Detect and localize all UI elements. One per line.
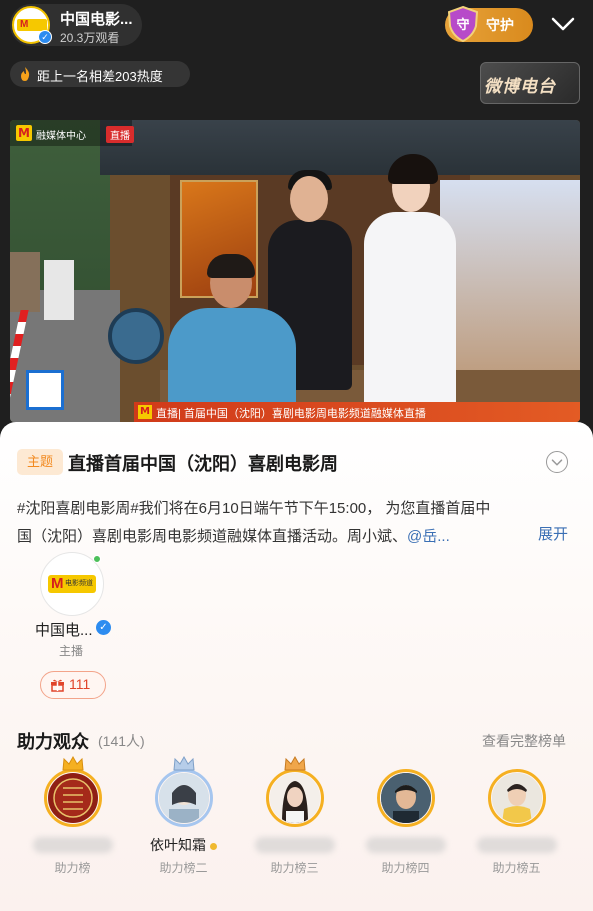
description-text: 国（沈阳）喜剧电影周电影频道融媒体直播活动。周小斌、 [17,528,408,545]
supporter-avatar [270,773,320,823]
supporter-rank: 助力榜五 [492,861,541,875]
verified-icon: ✓ [38,30,52,44]
supporter-item[interactable]: 助力榜 [17,755,128,887]
video-qr-code [26,370,64,410]
supporter-rank: 助力榜二 [159,861,208,875]
supporter-item[interactable]: 助力榜四 [350,767,461,887]
guard-shield-icon: 守 [447,6,479,42]
live-info-card: 主题 直播首届中国（沈阳）喜剧电影周 #沈阳喜剧电影周#我们将在6月10日端午节… [0,422,593,911]
video-artisan-hair [207,254,255,278]
source-logo-icon: M [16,125,32,141]
live-description: #沈阳喜剧电影周#我们将在6月10日端午节下午15:00， 为您直播首届中 国（… [17,495,577,551]
supporter-name: 依叶知霜 [128,835,239,855]
live-source-org: 融媒体中心 [36,131,86,142]
supporter-rank: 助力榜四 [381,861,430,875]
supporter-name-blurred [33,837,113,853]
view-full-ranking-link[interactable]: 查看完整榜单 [482,731,566,751]
flame-icon [21,67,30,81]
topic-tag: 主题 [17,449,63,475]
expand-description-link[interactable]: 展开 [538,523,568,544]
video-bystander [44,260,74,320]
video-host-woman [364,212,456,422]
supporter-name-blurred [366,837,446,853]
supporter-item[interactable]: 助力榜五 [461,767,572,887]
channel-logo-letter: M [51,575,64,592]
collapse-chevron-icon[interactable] [550,14,576,34]
supporter-avatar [381,773,431,823]
supporter-rank: 助力榜三 [270,861,319,875]
bronze-crown-icon [284,755,306,771]
mention-link[interactable]: @岳... [407,528,450,545]
online-status-dot [93,555,101,563]
supporter-avatar [159,773,209,823]
silver-crown-icon [173,755,195,771]
status-dot [210,842,217,850]
live-video-player[interactable]: M 融媒体中心 直播 M 直播| 首届中国（沈阳）喜剧电影周电影频道融媒体直播 [10,120,580,422]
supporter-name-blurred [255,837,335,853]
supporter-item[interactable]: 依叶知霜 助力榜二 [128,755,239,887]
supporter-item[interactable]: 助力榜三 [239,755,350,887]
anchor-role: 主播 [59,644,84,658]
gold-crown-icon [62,755,84,771]
video-caption: 直播| 首届中国（沈阳）喜剧电影周电影频道融媒体直播 [156,408,426,420]
video-scene-fan [108,308,164,364]
supporter-avatar [492,773,542,823]
caption-logo-icon: M [138,405,152,419]
description-line: #沈阳喜剧电影周#我们将在6月10日端午节下午15:00， 为您直播首届中 [17,500,491,517]
supporters-count: (141人) [98,733,145,749]
video-bystander [10,252,40,312]
anchor-name[interactable]: 中国电... [35,619,93,640]
supporter-name-blurred [477,837,557,853]
gift-count: 111 [69,676,91,692]
guard-label: 守护 [486,17,514,33]
host-name[interactable]: 中国电影... [60,8,133,29]
channel-logo-text: 电影频道 [65,580,93,587]
channel-logo-letter: M [20,19,29,30]
live-header: M ✓ 中国电影... 20.3万观看 守 守护 距上一名相差203热度 微博电… [0,0,593,110]
supporter-rank: 助力榜 [54,861,91,875]
weibo-radio-label: 微博电台 [484,77,556,96]
video-host-man-head [290,176,328,222]
gift-icon [51,679,64,692]
supporters-title: 助力观众 [17,732,89,752]
viewer-count: 20.3万观看 [60,31,120,45]
description-line: 国（沈阳）喜剧电影周电影频道融媒体直播活动。周小斌、@岳... [17,523,577,551]
topic-title: 直播首届中国（沈阳）喜剧电影周 [68,454,338,474]
live-badge: 直播 [106,126,134,143]
video-scene-awning [100,120,580,175]
rank-gap-text: 距上一名相差203热度 [37,69,163,84]
verified-icon: ✓ [96,620,111,635]
expand-chevron-icon[interactable] [546,451,568,473]
svg-text:守: 守 [456,17,469,32]
supporter-avatar [48,773,98,823]
